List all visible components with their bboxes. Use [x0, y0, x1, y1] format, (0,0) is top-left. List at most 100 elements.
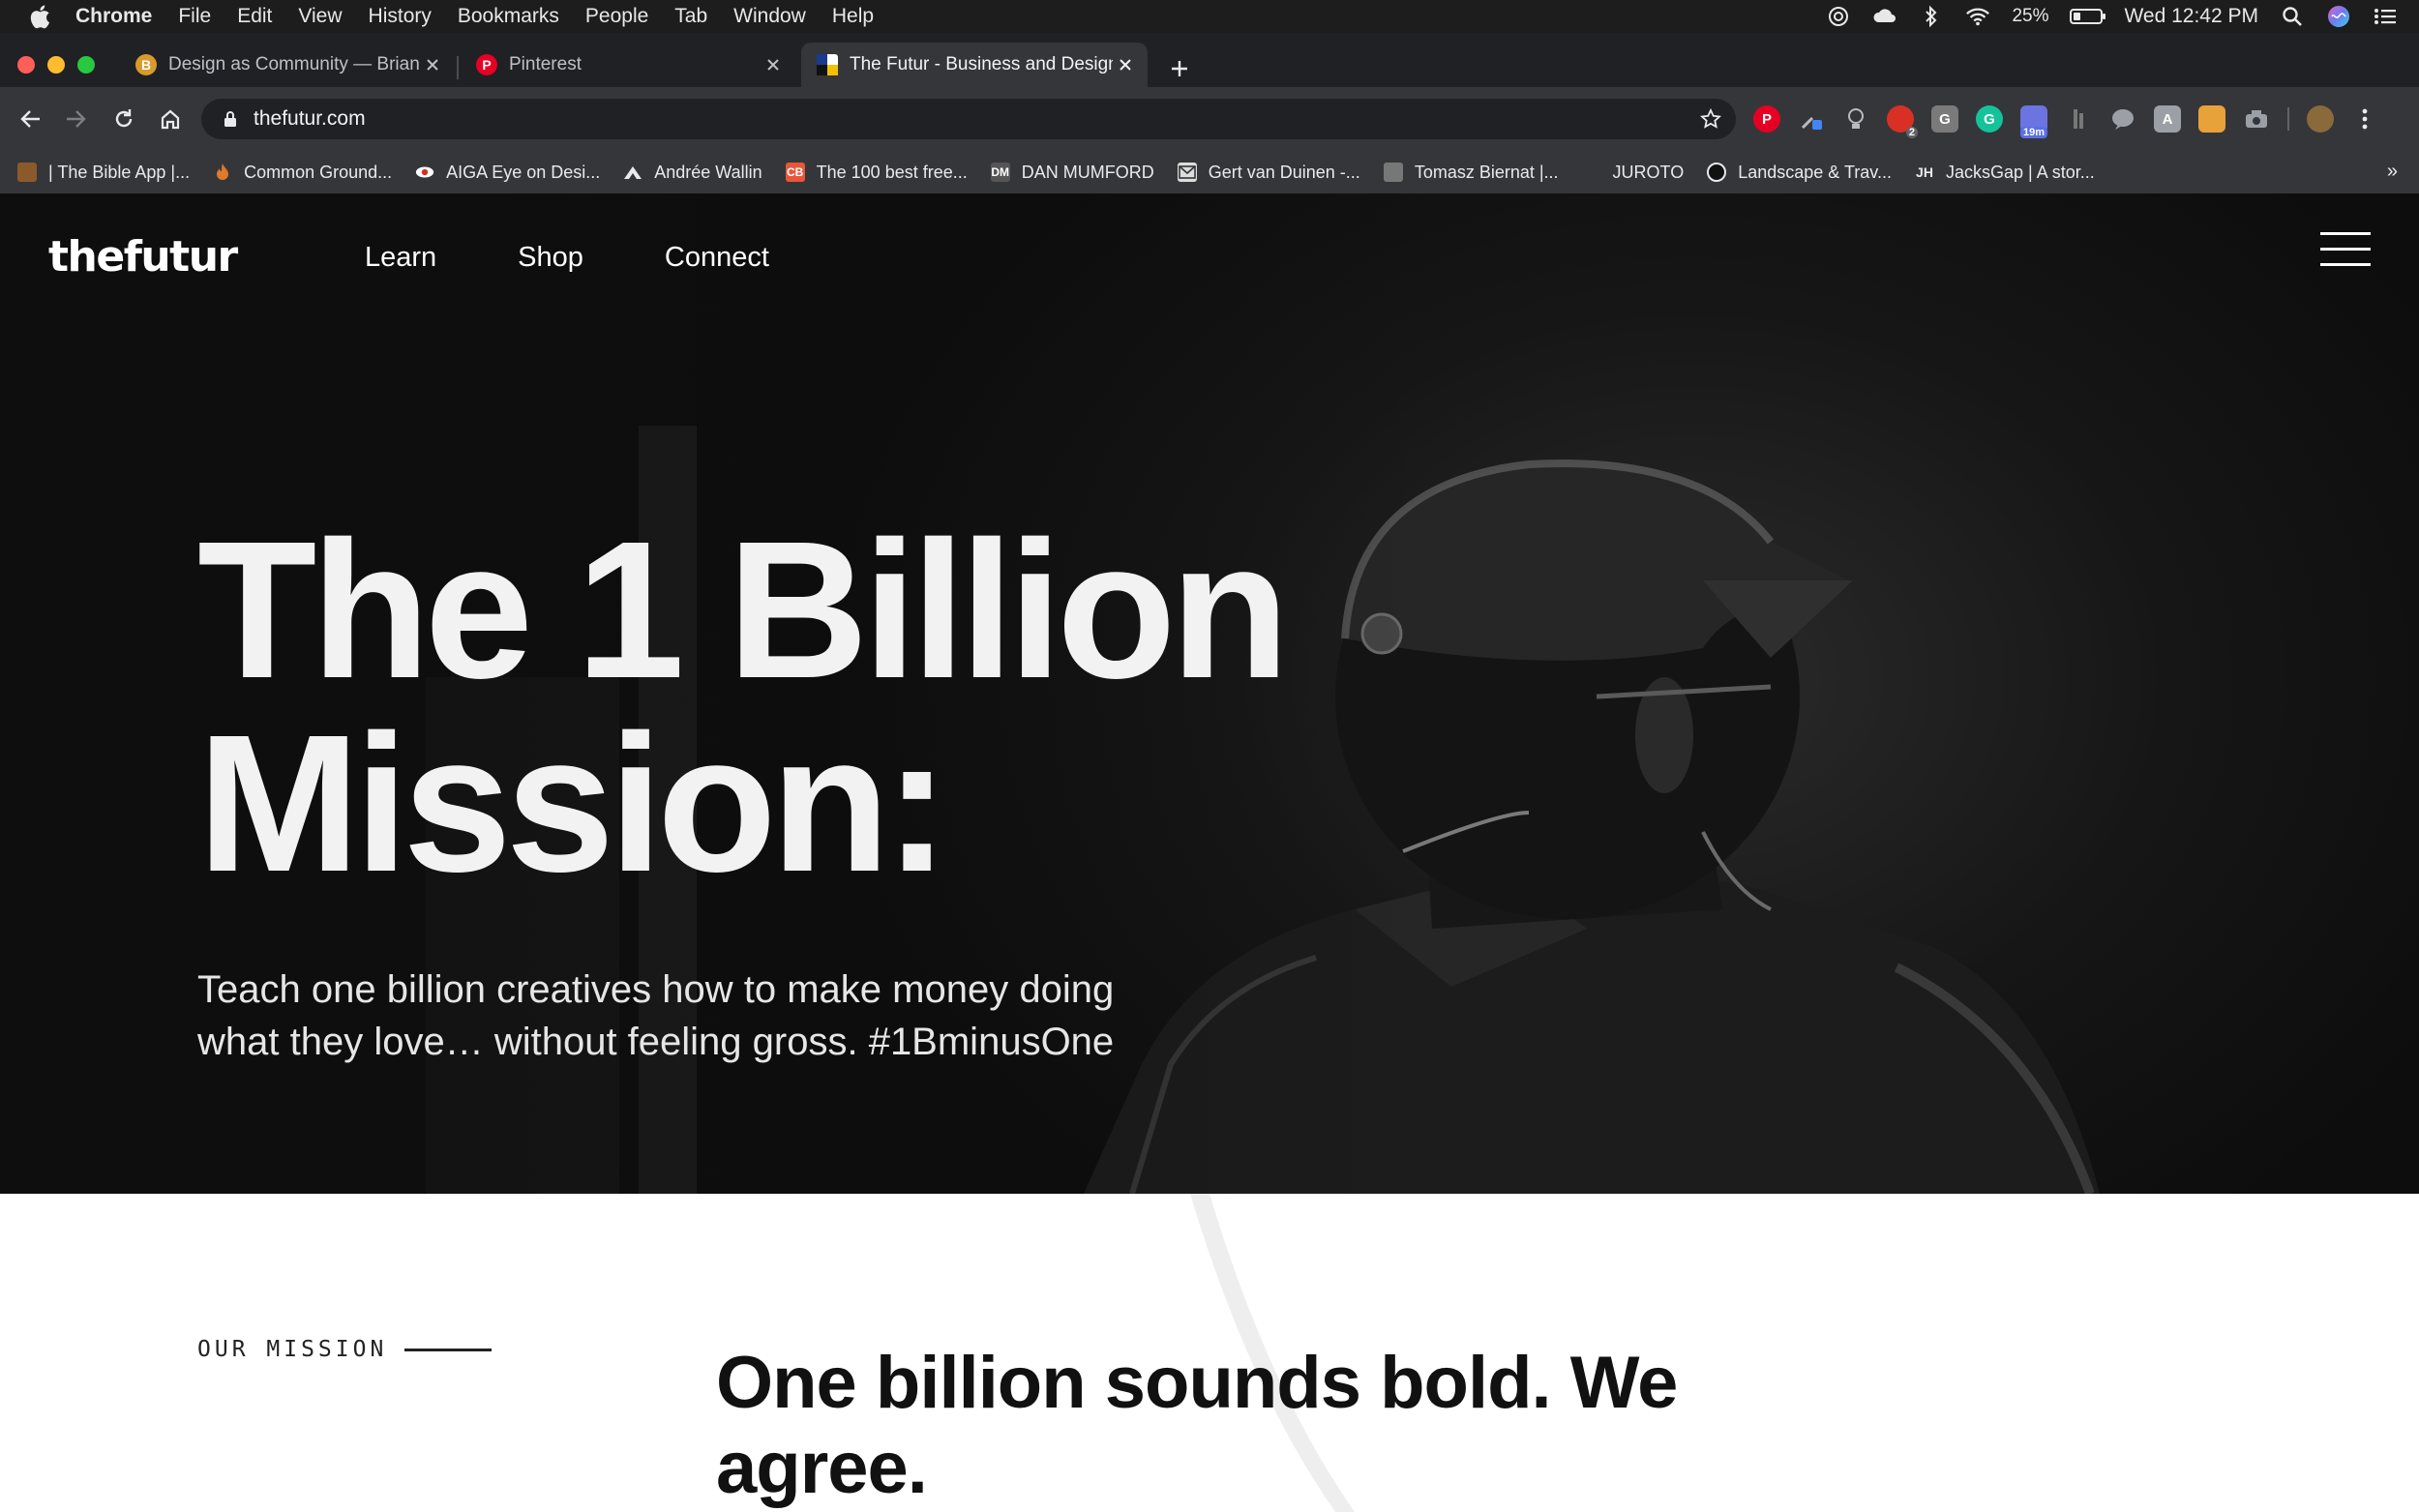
menu-people[interactable]: People [585, 5, 648, 28]
bookmark-label: Common Ground... [244, 162, 393, 182]
color-palette-extension-icon[interactable] [2198, 105, 2225, 133]
macos-menu-bar: Chrome File Edit View History Bookmarks … [0, 0, 2419, 33]
bookmark-label: Tomasz Biernat |... [1414, 162, 1559, 182]
juroto-icon [1582, 163, 1601, 182]
tab-title: The Futur - Business and Design [850, 54, 1113, 74]
tab-separator [457, 56, 459, 79]
bookmark-landscape-travel[interactable]: Landscape & Trav... [1707, 163, 1892, 183]
bookmark-label: | The Bible App |... [48, 162, 191, 182]
timer-extension-icon[interactable]: 19m [2020, 105, 2048, 138]
chat-extension-icon[interactable] [2109, 105, 2136, 133]
forward-button[interactable] [60, 104, 91, 134]
bookmark-label: DAN MUMFORD [1021, 162, 1154, 182]
lightbulb-extension-icon[interactable] [1842, 105, 1869, 133]
zoom-window-button[interactable] [77, 56, 95, 74]
g-extension-icon[interactable]: G [1931, 105, 1958, 133]
flame-icon [213, 163, 232, 182]
tab-design-as-community[interactable]: B Design as Community — Brian [120, 43, 455, 87]
font-extension-icon[interactable]: A [2154, 105, 2181, 133]
cloud-sync-icon[interactable] [1872, 4, 1897, 29]
reload-button[interactable] [108, 104, 139, 134]
close-tab-icon[interactable] [1113, 52, 1138, 77]
creative-cloud-icon[interactable] [1826, 4, 1851, 29]
new-tab-button[interactable] [1165, 54, 1194, 83]
close-tab-icon[interactable] [420, 52, 445, 77]
more-bookmarks-chevron-icon[interactable]: » [2387, 161, 2398, 183]
tab-favicon: P [476, 54, 497, 75]
minimize-window-button[interactable] [47, 56, 65, 74]
bookmark-gert-van-duinen[interactable]: Gert van Duinen -... [1177, 162, 1360, 183]
bookmark-100-best-free[interactable]: CB The 100 best free... [785, 162, 968, 183]
lock-icon[interactable] [221, 109, 240, 129]
label-rule [404, 1348, 493, 1351]
pinterest-extension-icon[interactable]: P [1753, 105, 1780, 133]
siri-icon[interactable] [2326, 4, 2351, 29]
bookmark-label: Andrée Wallin [654, 162, 762, 182]
close-tab-icon[interactable] [761, 52, 786, 77]
creative-bloq-icon: CB [785, 163, 805, 182]
eye-icon [415, 163, 434, 182]
mission-heading: One billion sounds bold. We agree. [716, 1342, 1678, 1509]
bookmark-label: Landscape & Trav... [1738, 162, 1892, 182]
address-bar[interactable]: thefutur.com [201, 99, 1736, 139]
hamburger-menu-icon[interactable] [2320, 230, 2371, 269]
bookmark-tomasz-biernat[interactable]: Tomasz Biernat |... [1383, 162, 1559, 183]
url-text: thefutur.com [254, 107, 366, 130]
menu-tab[interactable]: Tab [674, 5, 707, 28]
back-button[interactable] [15, 104, 46, 134]
thefutur-logo[interactable]: thefutur [48, 232, 238, 282]
eyedropper-extension-icon[interactable] [1798, 105, 1825, 133]
bookmark-star-icon[interactable] [1699, 107, 1722, 131]
clock[interactable]: Wed 12:42 PM [2124, 5, 2258, 28]
dm-icon: DM [990, 163, 1010, 182]
nav-learn[interactable]: Learn [365, 242, 436, 274]
bookmark-jacksgap[interactable]: JH JacksGap | A stor... [1915, 163, 2095, 183]
notification-center-icon[interactable] [2373, 4, 2398, 29]
menu-edit[interactable]: Edit [237, 5, 272, 28]
bookmark-aiga[interactable]: AIGA Eye on Desi... [415, 163, 600, 183]
menu-app-name[interactable]: Chrome [75, 5, 152, 28]
bluetooth-icon[interactable] [1919, 4, 1944, 29]
ruler-extension-icon[interactable] [2065, 105, 2092, 133]
menu-file[interactable]: File [178, 5, 211, 28]
lastpass-extension-icon[interactable]: 2 [1887, 105, 1918, 138]
camera-extension-icon[interactable] [2243, 105, 2270, 133]
wifi-icon[interactable] [1965, 4, 1990, 29]
apple-icon[interactable] [25, 2, 54, 31]
bookmark-label: The 100 best free... [816, 162, 968, 182]
grammarly-extension-icon[interactable]: G [1976, 105, 2003, 133]
menu-history[interactable]: History [369, 5, 432, 28]
nav-shop[interactable]: Shop [518, 242, 583, 274]
bookmark-common-ground[interactable]: Common Ground... [213, 163, 392, 183]
battery-icon[interactable] [2070, 9, 2106, 24]
kebab-menu-icon[interactable] [2351, 105, 2378, 133]
mission-section: OUR MISSION One billion sounds bold. We … [0, 1194, 2419, 1512]
menu-help[interactable]: Help [832, 5, 874, 28]
nav-connect[interactable]: Connect [665, 242, 769, 274]
menu-window[interactable]: Window [733, 5, 806, 28]
spotlight-search-icon[interactable] [2280, 4, 2305, 29]
menu-bookmarks[interactable]: Bookmarks [458, 5, 559, 28]
bookmark-dan-mumford[interactable]: DM DAN MUMFORD [990, 162, 1154, 183]
menu-view[interactable]: View [298, 5, 342, 28]
battery-percent: 25% [2012, 6, 2049, 26]
tab-the-futur[interactable]: The Futur - Business and Design [801, 43, 1148, 87]
envelope-icon [1177, 163, 1197, 182]
close-window-button[interactable] [17, 56, 35, 74]
hero-title: The 1 Billion Mission: [197, 500, 1290, 912]
tab-title: Design as Community — Brian [168, 54, 420, 74]
tab-pinterest[interactable]: P Pinterest [461, 43, 795, 87]
profile-avatar[interactable] [2307, 105, 2334, 133]
bookmark-label: JacksGap | A stor... [1945, 162, 2095, 182]
mission-label-text: OUR MISSION [197, 1337, 388, 1362]
site-navigation: Learn Shop Connect [365, 242, 769, 274]
bookmark-andree-wallin[interactable]: Andrée Wallin [623, 163, 762, 183]
home-button[interactable] [155, 104, 186, 134]
bookmark-label: Gert van Duinen -... [1208, 162, 1360, 182]
tab-favicon [817, 54, 838, 75]
browser-toolbar: thefutur.com P 2 G G 19m A [0, 87, 2419, 151]
bookmark-bible-app[interactable]: | The Bible App |... [17, 163, 190, 183]
extension-badge: 2 [1905, 127, 1918, 138]
bookmark-juroto[interactable]: JUROTO [1582, 163, 1685, 183]
hero-section: thefutur Learn Shop Connect The 1 Billio… [0, 193, 2419, 1194]
